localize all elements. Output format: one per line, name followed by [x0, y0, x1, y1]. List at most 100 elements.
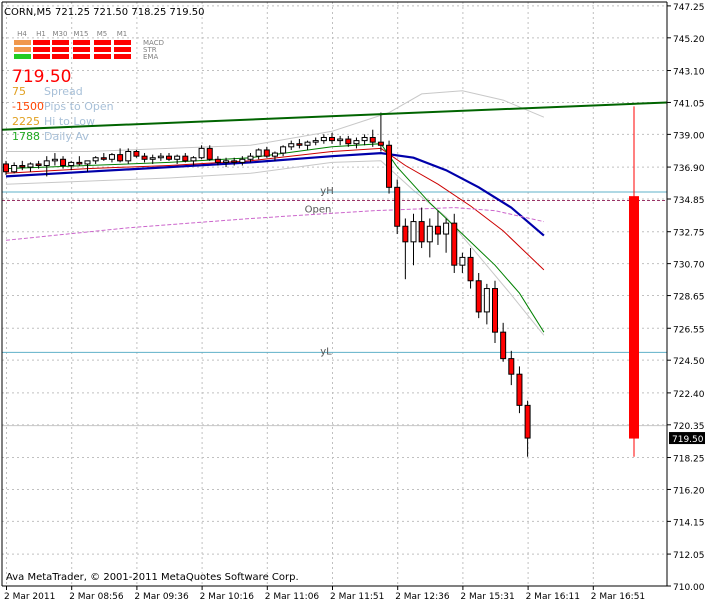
candle-body[interactable] — [84, 160, 91, 165]
candle-body[interactable] — [174, 155, 181, 160]
y-tick-label: 718.25 — [673, 455, 705, 465]
candle-body[interactable] — [206, 147, 213, 160]
y-tick-label: 720.35 — [673, 422, 705, 432]
candle-body[interactable] — [68, 161, 75, 167]
candle-body[interactable] — [27, 163, 34, 168]
x-tick-label: 2 Mar 16:11 — [526, 592, 580, 602]
candle-body[interactable] — [394, 186, 401, 227]
candle-body[interactable] — [410, 221, 417, 243]
candle-body[interactable] — [288, 143, 295, 148]
candle-body[interactable] — [60, 158, 67, 167]
candle-body[interactable] — [369, 136, 376, 143]
candle-body[interactable] — [198, 147, 205, 159]
signal-cell — [114, 47, 131, 52]
candle-body[interactable] — [182, 155, 189, 162]
y-tick-label: 739.00 — [673, 131, 705, 141]
candle-body[interactable] — [76, 161, 83, 165]
signal-cell — [33, 47, 50, 52]
candle-body[interactable] — [345, 138, 352, 145]
x-tick-label: 2 Mar 08:56 — [69, 592, 124, 602]
candle-body[interactable] — [524, 404, 531, 439]
signal-cell — [52, 40, 69, 45]
candle-body[interactable] — [247, 155, 254, 160]
stat-label: Hi to Low — [44, 115, 95, 128]
y-tick-label: 730.70 — [673, 261, 705, 271]
candle-body[interactable] — [451, 222, 458, 266]
candle-body[interactable] — [361, 136, 368, 142]
candle-body[interactable] — [280, 146, 287, 154]
candle-body[interactable] — [304, 141, 311, 146]
candle-body[interactable] — [508, 358, 515, 375]
candle-body[interactable] — [255, 149, 262, 157]
timeframe-label: M30 — [53, 30, 68, 38]
x-tick-label: 2 Mar 15:31 — [460, 592, 514, 602]
candle-body[interactable] — [459, 256, 466, 266]
candle-body[interactable] — [43, 160, 50, 167]
candle-body[interactable] — [100, 157, 107, 160]
stat-value: 75 — [12, 85, 26, 98]
signal-cell — [94, 54, 111, 59]
candle-body[interactable] — [271, 152, 278, 157]
y-tick-label: 732.75 — [673, 229, 705, 239]
signal-row-label: EMA — [143, 53, 158, 61]
footer-copyright: Ava MetaTrader, © 2001-2011 MetaQuotes S… — [6, 572, 299, 583]
candle-body[interactable] — [3, 163, 9, 173]
candle-body[interactable] — [51, 158, 58, 162]
candle-body[interactable] — [467, 256, 474, 282]
candle-body[interactable] — [263, 149, 270, 157]
candle-body[interactable] — [92, 157, 99, 162]
candle-body[interactable] — [418, 221, 425, 243]
current-price-label: 719.50 — [672, 435, 704, 445]
candle-body[interactable] — [117, 154, 124, 162]
candle-body[interactable] — [337, 138, 344, 142]
chart-header-symbol: CORN,M5 — [4, 7, 51, 18]
candle-body[interactable] — [223, 160, 230, 163]
candle-body[interactable] — [434, 225, 441, 235]
candle-body[interactable] — [500, 331, 507, 360]
signal-cell — [73, 47, 90, 52]
candle-body[interactable] — [329, 136, 335, 142]
y-tick-label: 734.85 — [673, 196, 705, 206]
candle-body[interactable] — [149, 157, 156, 160]
stat-label: Spread — [44, 85, 83, 98]
candle-body[interactable] — [386, 144, 393, 188]
stat-value: 2225 — [12, 115, 40, 128]
chart-header-ohlc: 721.25 721.50 718.25 719.50 — [55, 7, 205, 18]
candle-body[interactable] — [11, 165, 18, 173]
x-tick-label: 2 Mar 2011 — [4, 592, 55, 602]
candle-body[interactable] — [108, 154, 115, 160]
candle-body[interactable] — [516, 373, 523, 406]
candle-body[interactable] — [320, 136, 327, 142]
candle-body[interactable] — [483, 288, 490, 313]
candle-body[interactable] — [492, 288, 498, 333]
y-tick-label: 712.05 — [673, 551, 705, 561]
candle-body[interactable] — [296, 143, 303, 146]
candle-body[interactable] — [377, 141, 384, 146]
signal-cell — [33, 40, 50, 45]
candle-body[interactable] — [19, 165, 26, 168]
candle-body[interactable] — [190, 157, 197, 162]
candle-body[interactable] — [141, 155, 148, 160]
candle-body[interactable] — [239, 158, 246, 163]
y-tick-label: 745.20 — [673, 35, 705, 45]
candle-body[interactable] — [133, 151, 140, 157]
candle-body[interactable] — [475, 280, 482, 313]
x-tick-label: 2 Mar 12:36 — [395, 592, 450, 602]
candle-body[interactable] — [443, 222, 450, 235]
candle-body[interactable] — [231, 160, 238, 163]
timeframe-label: M5 — [97, 30, 108, 38]
timeframe-label: H1 — [36, 30, 46, 38]
candle-body[interactable] — [125, 151, 132, 162]
candle-body[interactable] — [35, 163, 42, 167]
candle-body[interactable] — [426, 225, 433, 243]
candle-body[interactable] — [166, 155, 172, 160]
signal-cell — [52, 47, 69, 52]
x-tick-label: 2 Mar 10:16 — [200, 592, 255, 602]
chart-root: yHOpenyL 747.25745.20743.10741.05739.007… — [0, 0, 706, 602]
candle-body[interactable] — [353, 140, 360, 145]
candle-body[interactable] — [214, 158, 221, 163]
candle-body[interactable] — [402, 225, 409, 243]
candle-body[interactable] — [629, 196, 639, 439]
candle-body[interactable] — [312, 140, 319, 143]
candle-body[interactable] — [157, 155, 164, 159]
